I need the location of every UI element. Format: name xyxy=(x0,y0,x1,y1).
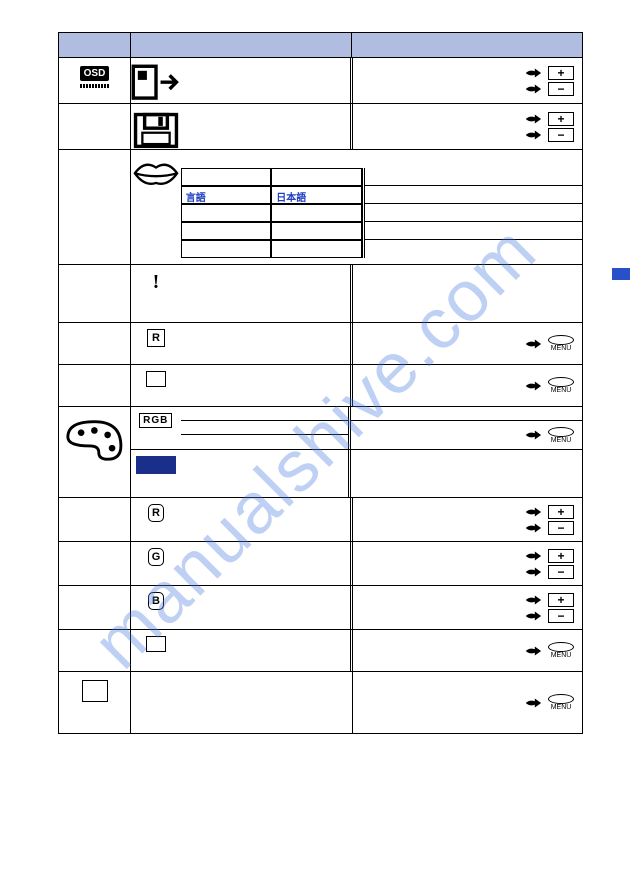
menu-button[interactable]: MENU xyxy=(548,377,574,394)
row-color-g: G + − xyxy=(59,541,582,585)
plus-button[interactable]: + xyxy=(548,549,574,563)
osd-badge-icon: OSD xyxy=(80,66,110,81)
row-osd-info: ! xyxy=(59,264,582,322)
settings-table: OSD + − xyxy=(58,32,583,734)
minus-button[interactable]: − xyxy=(548,609,574,623)
exit-category-icon xyxy=(59,672,131,733)
row-osd-save: + − xyxy=(59,103,582,149)
pointer-icon xyxy=(524,379,542,393)
pointer-icon xyxy=(524,428,542,442)
exit-icon xyxy=(131,630,181,671)
pointer-icon xyxy=(524,337,542,351)
pointer-icon xyxy=(524,696,542,710)
table-header xyxy=(59,33,582,57)
palette-icon xyxy=(59,407,131,497)
plus-button[interactable]: + xyxy=(548,66,574,80)
position-controls: + − xyxy=(353,58,582,103)
recall-controls: MENU xyxy=(353,323,582,364)
plus-button[interactable]: + xyxy=(548,112,574,126)
pointer-icon xyxy=(524,112,542,126)
minus-button[interactable]: − xyxy=(548,521,574,535)
b-icon: B xyxy=(131,586,181,629)
pointer-icon xyxy=(524,644,542,658)
color-exit-controls: MENU xyxy=(353,630,582,671)
plus-button[interactable]: + xyxy=(548,593,574,607)
row-osd-exit: MENU xyxy=(59,364,582,406)
header-col-3 xyxy=(352,33,582,57)
position-icon xyxy=(131,58,181,103)
recall-icon: R xyxy=(131,323,181,364)
header-col-1 xyxy=(59,33,131,57)
pointer-icon xyxy=(524,505,542,519)
row-color-b: B + − xyxy=(59,585,582,629)
row-osd-recall: R MENU xyxy=(59,322,582,364)
minus-button[interactable]: − xyxy=(548,128,574,142)
page-side-tab xyxy=(612,268,630,280)
menu-button[interactable]: MENU xyxy=(548,335,574,352)
exit-icon xyxy=(131,365,181,406)
g-controls: + − xyxy=(353,542,582,585)
pointer-icon xyxy=(524,128,542,142)
r-icon: R xyxy=(131,498,181,541)
r-controls: + − xyxy=(353,498,582,541)
osd-category-icon: OSD xyxy=(59,58,131,103)
header-col-2 xyxy=(131,33,352,57)
row-osd-position: OSD + − xyxy=(59,57,582,103)
b-controls: + − xyxy=(353,586,582,629)
plus-button[interactable]: + xyxy=(548,505,574,519)
menu-button[interactable]: MENU xyxy=(548,642,574,659)
row-color-r: R + − xyxy=(59,497,582,541)
pointer-icon xyxy=(524,82,542,96)
row-osd-language: 言語 日本語 xyxy=(59,149,582,264)
lang-label-cell: 言語 xyxy=(181,186,272,204)
minus-button[interactable]: − xyxy=(548,565,574,579)
exit-controls: MENU xyxy=(353,365,582,406)
final-exit-controls: MENU xyxy=(353,672,582,733)
minus-button[interactable]: − xyxy=(548,82,574,96)
g-icon: G xyxy=(131,542,181,585)
pointer-icon xyxy=(524,593,542,607)
pointer-icon xyxy=(524,549,542,563)
lips-icon xyxy=(131,150,181,264)
language-table: 言語 日本語 xyxy=(181,168,365,258)
custom-color-icon xyxy=(131,450,181,497)
wrench-icon xyxy=(80,84,110,88)
menu-button[interactable]: MENU xyxy=(548,427,574,444)
save-controls: + − xyxy=(353,104,582,149)
pointer-icon xyxy=(524,521,542,535)
pointer-icon xyxy=(524,66,542,80)
rgb-icon: RGB xyxy=(131,407,181,449)
row-color-rgb: RGB MENU xyxy=(59,406,582,497)
row-color-exit: MENU xyxy=(59,629,582,671)
save-icon xyxy=(131,104,181,149)
exclaim-icon: ! xyxy=(131,265,181,322)
pointer-icon xyxy=(524,609,542,623)
pointer-icon xyxy=(524,565,542,579)
lang-jp-cell: 日本語 xyxy=(271,186,362,204)
menu-button[interactable]: MENU xyxy=(548,694,574,711)
row-final-exit: MENU xyxy=(59,671,582,733)
